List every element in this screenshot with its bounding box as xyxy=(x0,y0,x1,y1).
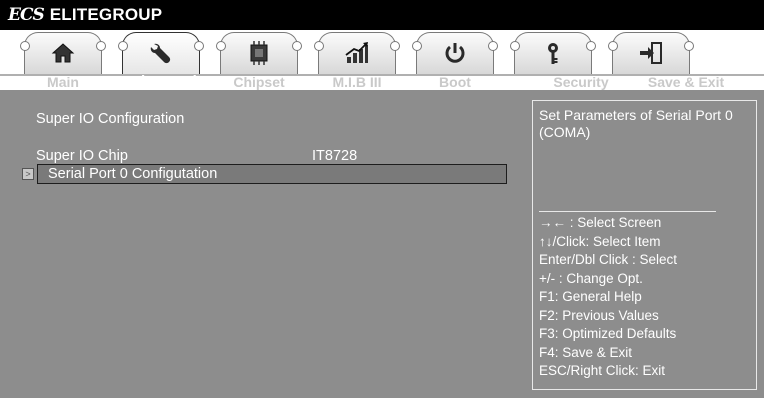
tab-label-chipset: Chipset xyxy=(233,74,285,90)
brand: ECS ELITEGROUP xyxy=(8,5,162,25)
chart-icon xyxy=(345,42,368,63)
help-description: Set Parameters of Serial Port 0 (COMA) xyxy=(539,107,733,140)
home-icon xyxy=(51,43,75,63)
help-key-line: Enter/Dbl Click : Select xyxy=(539,252,678,267)
tab-label-boot: Boot xyxy=(439,74,471,90)
serial-port-submenu-item[interactable]: Serial Port 0 Configutation xyxy=(37,164,507,184)
tab-label-security: Security xyxy=(553,74,609,90)
serial-port-submenu-label: Serial Port 0 Configutation xyxy=(48,166,218,182)
help-key-line: →← : Select Screen xyxy=(539,215,662,230)
super-io-chip-label: Super IO Chip xyxy=(36,148,128,164)
tab-security[interactable] xyxy=(510,32,596,74)
help-key-line: F1: General Help xyxy=(539,289,642,304)
tab-label-advanced: Advanced xyxy=(125,73,197,90)
help-key-line: F4: Save & Exit xyxy=(539,344,633,360)
section-title: Super IO Configuration xyxy=(36,111,185,127)
super-io-chip-value: IT8728 xyxy=(312,148,358,164)
brand-name: ELITEGROUP xyxy=(49,5,163,24)
wrench-icon xyxy=(150,43,171,64)
chip-icon xyxy=(250,41,268,65)
tab-main[interactable] xyxy=(20,32,106,74)
exit-icon xyxy=(640,42,662,64)
help-key-line: ESC/Right Click: Exit xyxy=(539,363,666,378)
submenu-arrow-icon: > xyxy=(22,168,34,180)
tab-boot[interactable] xyxy=(412,32,498,74)
help-keys: →← : Select Screen ↑↓/Click: Select Item… xyxy=(539,214,754,381)
help-separator xyxy=(539,211,716,212)
tab-advanced[interactable] xyxy=(118,32,204,74)
help-key-line: +/- : Change Opt. xyxy=(539,270,643,286)
tab-save-exit[interactable] xyxy=(608,32,694,74)
tab-label-mib: M.I.B III xyxy=(332,74,382,90)
help-key-line: F3: Optimized Defaults xyxy=(539,326,677,341)
key-icon xyxy=(548,43,558,64)
help-panel: Set Parameters of Serial Port 0 (COMA) →… xyxy=(532,100,757,390)
brand-logo: ECS xyxy=(8,5,45,25)
tab-label-main: Main xyxy=(47,74,79,90)
tab-mib[interactable] xyxy=(314,32,400,74)
help-key-line: ↑↓/Click: Select Item xyxy=(539,233,661,249)
help-key-line: F2: Previous Values xyxy=(539,307,659,323)
tab-label-save-exit: Save & Exit xyxy=(647,74,725,90)
title-bar: ECS ELITEGROUP xyxy=(0,0,764,30)
power-icon xyxy=(445,43,465,63)
tab-chipset[interactable] xyxy=(216,32,302,74)
